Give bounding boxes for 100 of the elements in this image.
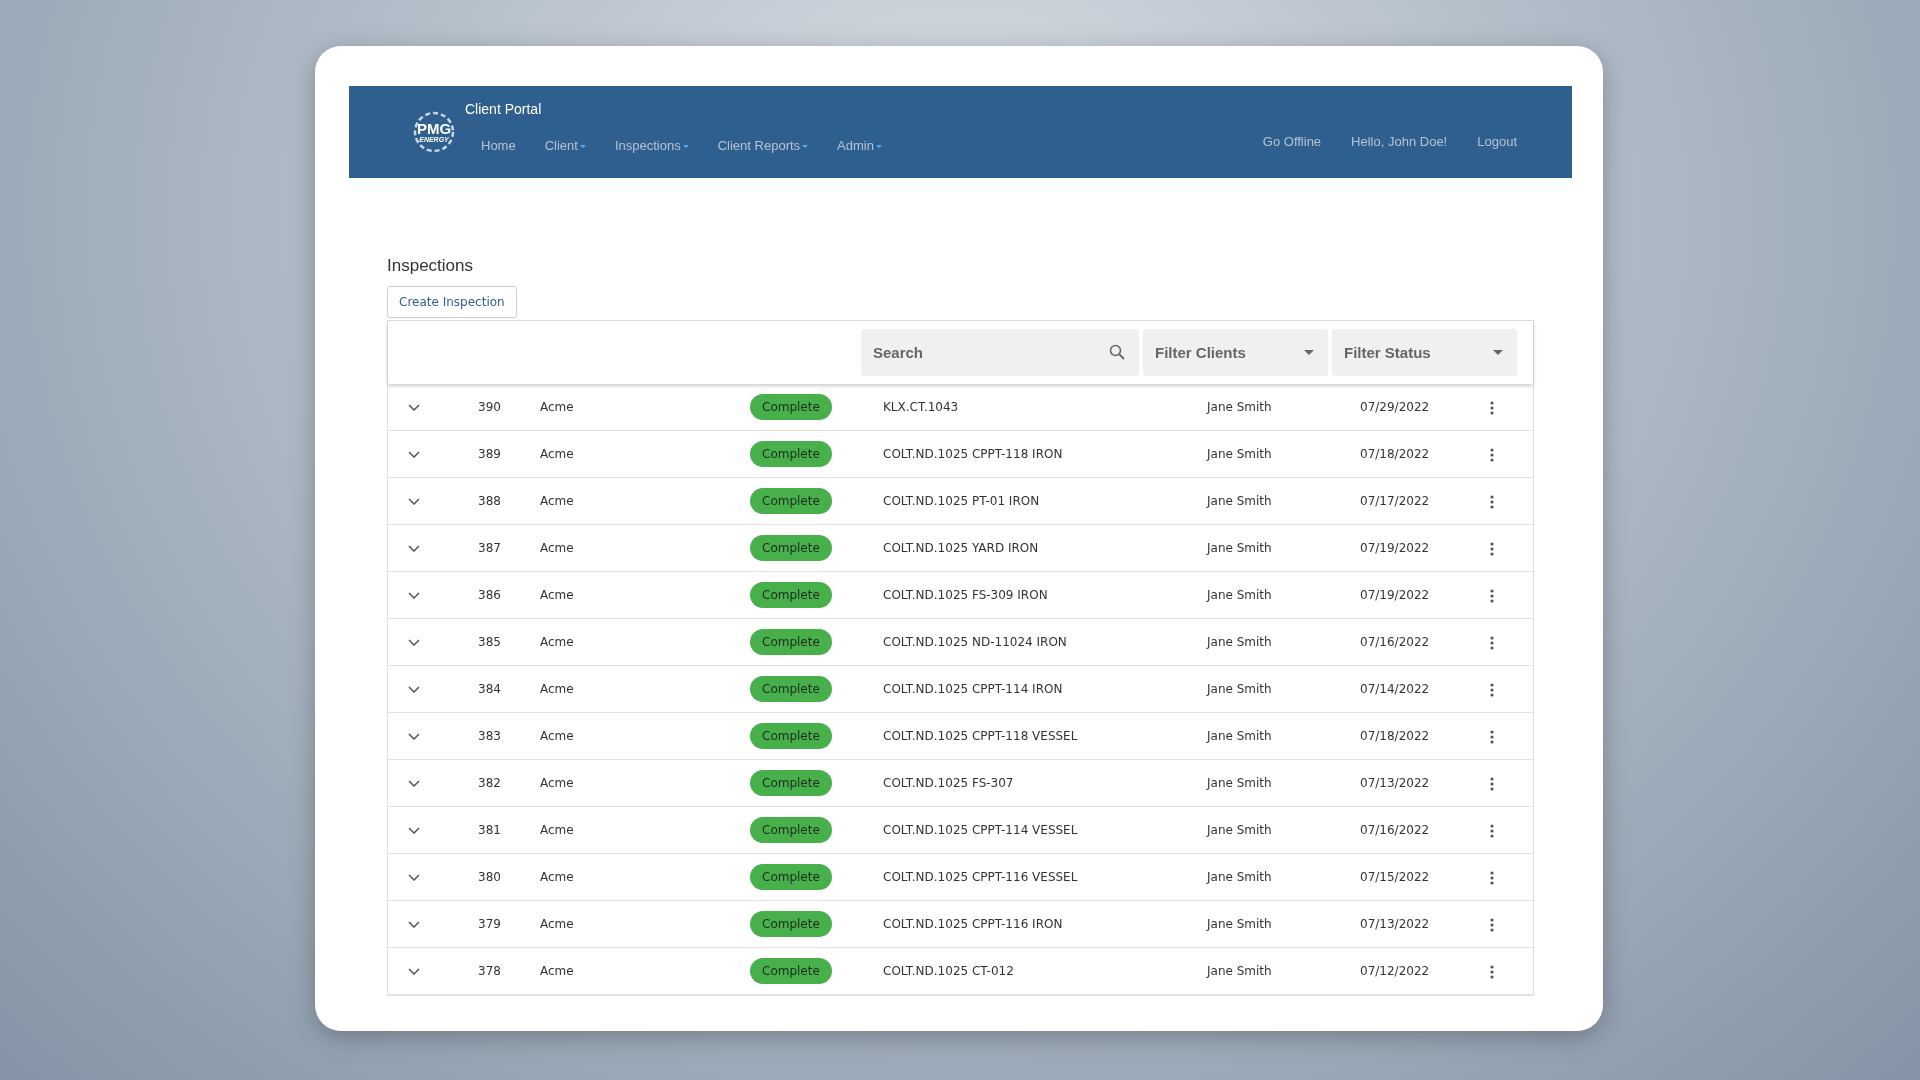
client-name: Acme bbox=[540, 400, 574, 415]
inspection-date: 07/16/2022 bbox=[1360, 635, 1430, 650]
create-inspection-button[interactable]: Create Inspection bbox=[387, 286, 517, 319]
inspection-name: COLT.ND.1025 CPPT-118 VESSEL bbox=[883, 729, 1078, 744]
inspection-id: 378 bbox=[478, 964, 501, 979]
status-pill: Complete bbox=[750, 864, 832, 891]
page-title: Inspections bbox=[387, 256, 474, 277]
status-pill: Complete bbox=[750, 488, 832, 515]
status-pill: Complete bbox=[750, 629, 832, 656]
more-options-icon[interactable] bbox=[1490, 870, 1494, 885]
client-name: Acme bbox=[540, 823, 574, 838]
status-pill: Complete bbox=[750, 770, 832, 797]
expand-chevron-icon[interactable] bbox=[408, 732, 420, 740]
inspector-name: Jane Smith bbox=[1207, 400, 1272, 415]
more-options-icon[interactable] bbox=[1490, 729, 1494, 744]
inspection-name: COLT.ND.1025 FS-309 IRON bbox=[883, 588, 1048, 603]
inspection-id: 389 bbox=[478, 447, 501, 462]
inspector-name: Jane Smith bbox=[1207, 447, 1272, 462]
more-options-icon[interactable] bbox=[1490, 682, 1494, 697]
more-options-icon[interactable] bbox=[1490, 776, 1494, 791]
expand-chevron-icon[interactable] bbox=[408, 450, 420, 458]
nav-dropdown[interactable]: Client bbox=[544, 136, 586, 156]
inspection-date: 07/18/2022 bbox=[1360, 729, 1430, 744]
inspection-name: COLT.ND.1025 ND-11024 IRON bbox=[883, 635, 1067, 650]
inspection-name: COLT.ND.1025 CPPT-114 VESSEL bbox=[883, 823, 1078, 838]
nav-link[interactable]: Go Offline bbox=[1262, 131, 1322, 151]
status-pill: Complete bbox=[750, 394, 832, 421]
inspection-id: 381 bbox=[478, 823, 501, 838]
inspection-date: 07/16/2022 bbox=[1360, 823, 1430, 838]
expand-chevron-icon[interactable] bbox=[408, 826, 420, 834]
inspection-date: 07/12/2022 bbox=[1360, 964, 1430, 979]
search-icon bbox=[1109, 344, 1125, 361]
client-name: Acme bbox=[540, 541, 574, 556]
expand-chevron-icon[interactable] bbox=[408, 779, 420, 787]
expand-chevron-icon[interactable] bbox=[408, 873, 420, 881]
more-options-icon[interactable] bbox=[1490, 588, 1494, 603]
dropdown-arrow-icon bbox=[1493, 350, 1503, 356]
inspection-date: 07/13/2022 bbox=[1360, 917, 1430, 932]
expand-chevron-icon[interactable] bbox=[408, 544, 420, 552]
inspection-name: COLT.ND.1025 PT-01 IRON bbox=[883, 494, 1040, 509]
more-options-icon[interactable] bbox=[1490, 964, 1494, 979]
client-name: Acme bbox=[540, 729, 574, 744]
client-name: Acme bbox=[540, 870, 574, 885]
nav-dropdown[interactable]: Inspections bbox=[614, 136, 689, 156]
inspector-name: Jane Smith bbox=[1207, 588, 1272, 603]
inspector-name: Jane Smith bbox=[1207, 776, 1272, 791]
inspection-id: 388 bbox=[478, 494, 501, 509]
inspection-name: KLX.CT.1043 bbox=[883, 400, 959, 415]
more-options-icon[interactable] bbox=[1490, 494, 1494, 509]
nav-link[interactable]: Home bbox=[481, 136, 516, 156]
status-pill: Complete bbox=[750, 958, 832, 985]
nav-link[interactable]: Logout bbox=[1477, 131, 1517, 151]
client-name: Acme bbox=[540, 588, 574, 603]
inspector-name: Jane Smith bbox=[1207, 823, 1272, 838]
inspection-name: COLT.ND.1025 CT-012 bbox=[883, 964, 1014, 979]
expand-chevron-icon[interactable] bbox=[408, 638, 420, 646]
search-field[interactable]: Search bbox=[861, 329, 1139, 377]
client-name: Acme bbox=[540, 917, 574, 932]
inspection-id: 386 bbox=[478, 588, 501, 603]
inspection-id: 385 bbox=[478, 635, 501, 650]
inspector-name: Jane Smith bbox=[1207, 917, 1272, 932]
more-options-icon[interactable] bbox=[1490, 400, 1494, 415]
status-pill: Complete bbox=[750, 911, 832, 938]
filter-dropdown[interactable]: Filter Clients bbox=[1143, 329, 1328, 377]
status-pill: Complete bbox=[750, 535, 832, 562]
expand-chevron-icon[interactable] bbox=[408, 920, 420, 928]
inspection-id: 390 bbox=[478, 400, 501, 415]
expand-chevron-icon[interactable] bbox=[408, 967, 420, 975]
status-pill: Complete bbox=[750, 676, 832, 703]
inspector-name: Jane Smith bbox=[1207, 682, 1272, 697]
nav-dropdown[interactable]: Client Reports bbox=[717, 136, 809, 156]
inspection-name: COLT.ND.1025 CPPT-118 IRON bbox=[883, 447, 1063, 462]
inspection-id: 379 bbox=[478, 917, 501, 932]
inspection-date: 07/19/2022 bbox=[1360, 541, 1430, 556]
nav-dropdown[interactable]: Admin bbox=[837, 136, 882, 156]
inspector-name: Jane Smith bbox=[1207, 494, 1272, 509]
expand-chevron-icon[interactable] bbox=[408, 497, 420, 505]
more-options-icon[interactable] bbox=[1490, 447, 1494, 462]
expand-chevron-icon[interactable] bbox=[408, 685, 420, 693]
dropdown-arrow-icon bbox=[1304, 350, 1314, 356]
inspection-name: COLT.ND.1025 FS-307 bbox=[883, 776, 1014, 791]
inspection-name: COLT.ND.1025 CPPT-116 VESSEL bbox=[883, 870, 1078, 885]
status-pill: Complete bbox=[750, 441, 832, 468]
inspection-id: 384 bbox=[478, 682, 501, 697]
inspection-id: 383 bbox=[478, 729, 501, 744]
client-name: Acme bbox=[540, 494, 574, 509]
inspection-date: 07/29/2022 bbox=[1360, 400, 1430, 415]
more-options-icon[interactable] bbox=[1490, 823, 1494, 838]
status-pill: Complete bbox=[750, 817, 832, 844]
more-options-icon[interactable] bbox=[1490, 541, 1494, 556]
client-name: Acme bbox=[540, 964, 574, 979]
more-options-icon[interactable] bbox=[1490, 917, 1494, 932]
filter-dropdown[interactable]: Filter Status bbox=[1332, 329, 1517, 377]
inspection-id: 387 bbox=[478, 541, 501, 556]
expand-chevron-icon[interactable] bbox=[408, 591, 420, 599]
more-options-icon[interactable] bbox=[1490, 635, 1494, 650]
inspection-id: 380 bbox=[478, 870, 501, 885]
expand-chevron-icon[interactable] bbox=[408, 403, 420, 411]
inspection-date: 07/14/2022 bbox=[1360, 682, 1430, 697]
nav-link[interactable]: Hello, John Doe! bbox=[1351, 131, 1448, 151]
